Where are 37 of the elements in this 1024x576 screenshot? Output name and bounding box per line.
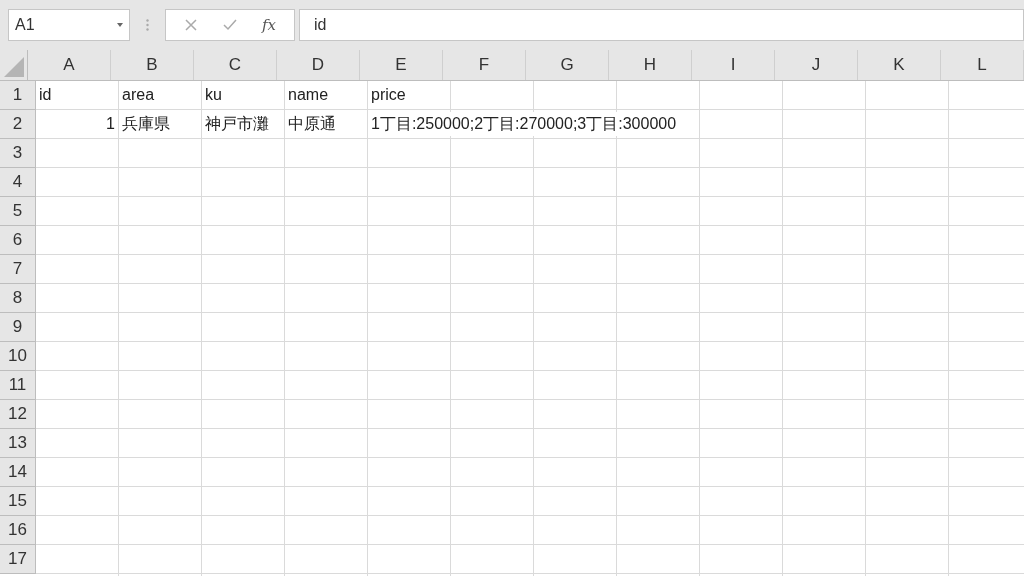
column-header[interactable]: D	[277, 50, 360, 80]
row-header[interactable]: 6	[0, 226, 36, 255]
dropdown-caret-icon[interactable]	[117, 23, 123, 27]
row-header[interactable]: 11	[0, 371, 36, 400]
name-box[interactable]: A1	[8, 9, 130, 41]
row-header[interactable]: 12	[0, 400, 36, 429]
row-header[interactable]: 2	[0, 110, 36, 139]
row-header[interactable]: 14	[0, 458, 36, 487]
row-header[interactable]: 13	[0, 429, 36, 458]
column-header[interactable]: A	[28, 50, 111, 80]
column-header[interactable]: E	[360, 50, 443, 80]
column-header[interactable]: B	[111, 50, 194, 80]
row-header[interactable]: 3	[0, 139, 36, 168]
row-header[interactable]: 5	[0, 197, 36, 226]
row-header[interactable]: 16	[0, 516, 36, 545]
column-header[interactable]: I	[692, 50, 775, 80]
row-header[interactable]: 10	[0, 342, 36, 371]
formula-input-field[interactable]: id	[299, 9, 1024, 41]
row-header[interactable]: 7	[0, 255, 36, 284]
grip-icon	[146, 19, 149, 31]
row-header[interactable]: 8	[0, 284, 36, 313]
row-header[interactable]: 9	[0, 313, 36, 342]
column-header[interactable]: H	[609, 50, 692, 80]
column-header[interactable]: L	[941, 50, 1024, 80]
row-header[interactable]: 15	[0, 487, 36, 516]
insert-function-button[interactable]: fx	[261, 13, 276, 37]
column-header[interactable]: F	[443, 50, 526, 80]
row-header[interactable]: 17	[0, 545, 36, 574]
row-header[interactable]: 4	[0, 168, 36, 197]
column-header[interactable]: C	[194, 50, 277, 80]
check-icon[interactable]	[221, 18, 238, 32]
close-icon[interactable]	[184, 18, 198, 32]
column-header[interactable]: K	[858, 50, 941, 80]
column-header[interactable]: G	[526, 50, 609, 80]
row-header[interactable]: 1	[0, 81, 36, 110]
column-header[interactable]: J	[775, 50, 858, 80]
table-cell-text: 1	[106, 114, 116, 134]
